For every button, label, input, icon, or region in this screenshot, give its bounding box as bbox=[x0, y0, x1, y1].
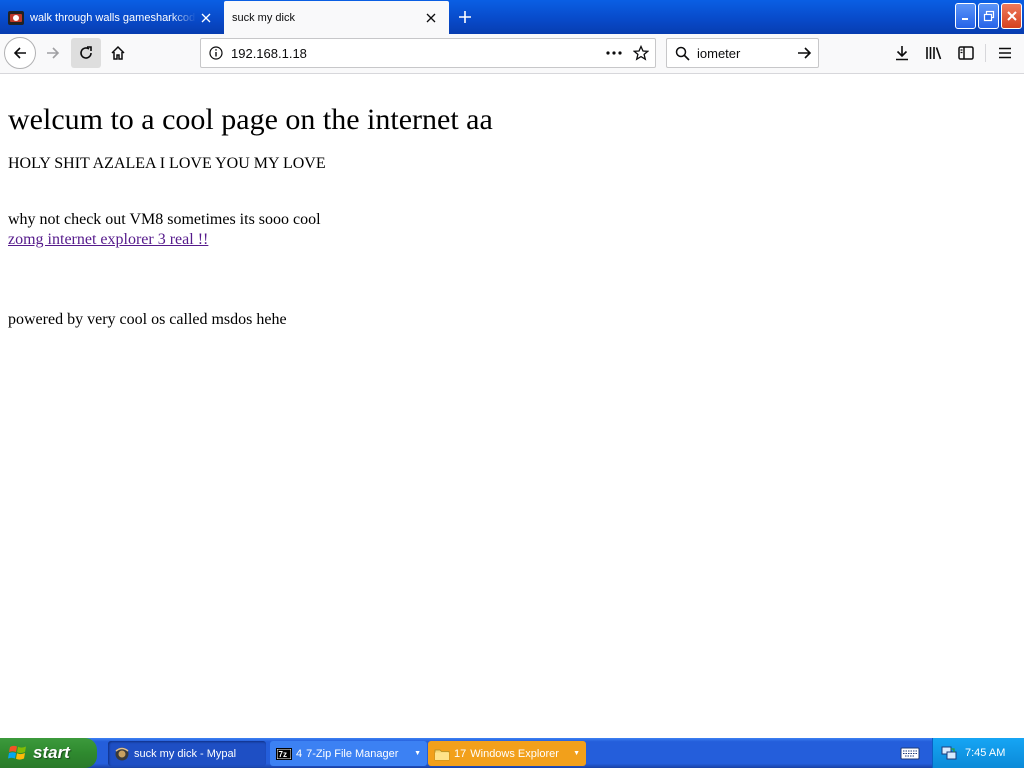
download-icon bbox=[896, 46, 908, 61]
restore-button[interactable] bbox=[978, 3, 999, 29]
library-icon bbox=[926, 47, 942, 60]
close-tab-icon[interactable] bbox=[421, 8, 441, 28]
keyboard-icon[interactable] bbox=[900, 745, 920, 761]
tab-active[interactable]: suck my dick bbox=[224, 1, 449, 34]
arrow-right-icon bbox=[798, 47, 812, 59]
reload-button[interactable] bbox=[71, 38, 101, 68]
7zip-icon: 7z bbox=[276, 747, 292, 760]
start-button[interactable]: start bbox=[0, 738, 97, 768]
taskbar-item-label: Windows Explorer bbox=[470, 747, 559, 760]
bookmark-button[interactable] bbox=[627, 39, 655, 67]
toolbar-separator bbox=[985, 44, 986, 62]
reload-icon bbox=[80, 46, 92, 59]
taskbar: start suck my dick - Mypal 7z 4 7-Zip Fi… bbox=[0, 738, 1024, 768]
sidebar-button[interactable] bbox=[951, 38, 981, 68]
sidebar-icon bbox=[958, 46, 974, 60]
vm8-text: why not check out VM8 sometimes its sooo… bbox=[8, 211, 321, 228]
close-tab-icon[interactable] bbox=[196, 8, 216, 28]
taskbar-item-label: suck my dick - Mypal bbox=[134, 747, 237, 760]
open-menu-button[interactable] bbox=[990, 38, 1020, 68]
downloads-button[interactable] bbox=[887, 38, 917, 68]
info-icon bbox=[209, 46, 223, 60]
restore-icon bbox=[983, 10, 994, 22]
start-label: start bbox=[33, 743, 70, 762]
search-bar[interactable]: iometer bbox=[666, 38, 819, 68]
search-input[interactable]: iometer bbox=[697, 46, 790, 61]
nav-toolbar: 192.168.1.18 iometer bbox=[0, 34, 1024, 74]
url-input[interactable]: 192.168.1.18 bbox=[231, 46, 601, 61]
love-text: HOLY SHIT AZALEA I LOVE YOU MY LOVE bbox=[8, 155, 326, 172]
tab-title: suck my dick bbox=[232, 11, 295, 24]
home-icon bbox=[111, 45, 125, 60]
minimize-button[interactable] bbox=[955, 3, 976, 29]
more-horizontal-icon bbox=[606, 51, 622, 55]
arrow-left-icon bbox=[13, 47, 26, 59]
page-info-button[interactable] bbox=[201, 39, 231, 67]
search-go-button[interactable] bbox=[790, 39, 818, 67]
site-favicon-icon bbox=[8, 10, 24, 25]
powered-by-text: powered by very cool os called msdos heh… bbox=[8, 311, 287, 328]
windows-logo-icon bbox=[8, 745, 26, 760]
clock[interactable]: 7:45 AM bbox=[965, 747, 1005, 759]
hamburger-icon bbox=[999, 47, 1011, 59]
taskbar-item-windows-explorer[interactable]: 17 Windows Explorer ▼ bbox=[428, 741, 586, 766]
folder-icon bbox=[434, 749, 450, 760]
star-icon bbox=[633, 45, 649, 61]
tab-title: walk through walls gamesharkcodes bbox=[30, 11, 196, 24]
taskbar-group-count: 17 bbox=[454, 747, 467, 760]
forward-button[interactable] bbox=[38, 38, 68, 68]
taskbar-item-label: 7-Zip File Manager bbox=[306, 747, 399, 760]
network-icon[interactable] bbox=[941, 745, 957, 761]
search-icon bbox=[667, 39, 697, 67]
group-dropdown-icon[interactable]: ▼ bbox=[573, 750, 580, 757]
taskbar-item-7zip[interactable]: 7z 4 7-Zip File Manager ▼ bbox=[270, 741, 427, 766]
group-dropdown-icon[interactable]: ▼ bbox=[414, 750, 421, 757]
close-icon bbox=[1006, 11, 1017, 21]
tab-gamesharkcodes[interactable]: walk through walls gamesharkcodes bbox=[0, 1, 224, 34]
arrow-right-icon bbox=[47, 47, 60, 59]
back-button[interactable] bbox=[4, 37, 36, 69]
svg-text:7z: 7z bbox=[279, 750, 287, 759]
system-tray: 7:45 AM bbox=[932, 738, 1024, 768]
taskbar-group-count: 4 bbox=[296, 747, 303, 760]
page-actions-button[interactable] bbox=[601, 39, 627, 67]
internet-explorer-3-link[interactable]: zomg internet explorer 3 real !! bbox=[8, 231, 208, 249]
home-button[interactable] bbox=[103, 38, 133, 68]
mypal-browser-icon bbox=[115, 747, 129, 760]
library-button[interactable] bbox=[919, 38, 949, 68]
plus-icon bbox=[459, 11, 471, 23]
new-tab-button[interactable] bbox=[452, 5, 478, 29]
minimize-icon bbox=[961, 18, 968, 20]
close-window-button[interactable] bbox=[1001, 3, 1022, 29]
page-heading: welcum to a cool page on the internet aa bbox=[8, 103, 493, 136]
url-bar[interactable]: 192.168.1.18 bbox=[200, 38, 656, 68]
tab-strip: walk through walls gamesharkcodes suck m… bbox=[0, 0, 1024, 34]
taskbar-item-mypal[interactable]: suck my dick - Mypal bbox=[108, 741, 266, 766]
page-content: welcum to a cool page on the internet aa… bbox=[0, 75, 1024, 738]
